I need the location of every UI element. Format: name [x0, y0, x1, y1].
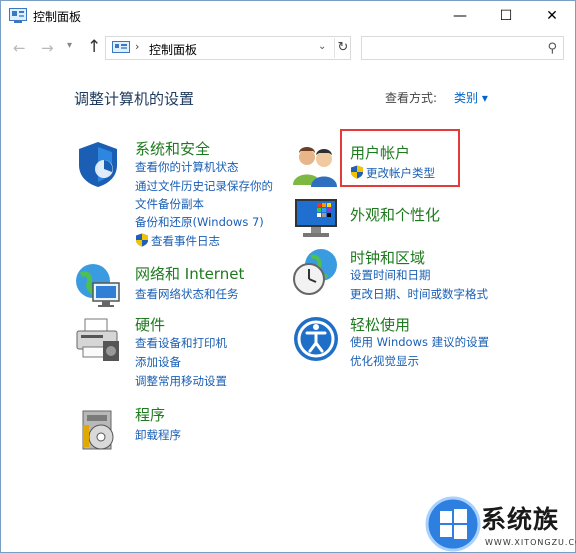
title-bar[interactable]: 控制面板 — ☐ ✕ [1, 1, 575, 31]
highlight-annotation-box [340, 129, 460, 187]
network-globe-icon[interactable] [73, 261, 123, 311]
security-shield-icon[interactable] [73, 139, 123, 189]
recent-locations-chevron-icon[interactable]: ▾ [67, 40, 72, 51]
breadcrumb-separator-icon[interactable]: › [135, 40, 139, 53]
link-add-device[interactable]: 添加设备 [135, 353, 181, 372]
navigation-bar: ← → ▾ ↑ › 控制面板 ⌄ ↻ ⚲ [1, 31, 575, 65]
view-by-label: 查看方式: [385, 91, 438, 105]
site-watermark: 系统族 WWW.XITONGZU.COM [421, 496, 576, 553]
link-use-windows-recommended-settings[interactable]: 使用 Windows 建议的设置 [350, 333, 489, 352]
uac-shield-icon [136, 233, 148, 247]
back-arrow-icon[interactable]: ← [13, 39, 26, 57]
control-panel-window: 控制面板 — ☐ ✕ ← → ▾ ↑ › 控制面板 ⌄ ↻ ⚲ 调整计算机的设置… [0, 0, 576, 553]
windows-logo-icon [425, 496, 481, 552]
category-title-system-security[interactable]: 系统和安全 [135, 138, 210, 159]
search-icon: ⚲ [547, 41, 557, 56]
watermark-url: WWW.XITONGZU.COM [485, 538, 576, 547]
page-heading: 调整计算机的设置 [74, 90, 195, 108]
category-title-ease-of-access[interactable]: 轻松使用 [350, 314, 410, 335]
link-view-event-logs[interactable]: 查看事件日志 [151, 234, 220, 248]
link-file-history-save[interactable]: 通过文件历史记录保存你的 [135, 177, 273, 196]
clock-globe-icon[interactable] [291, 247, 341, 297]
printer-icon[interactable] [73, 315, 123, 365]
address-dropdown-icon[interactable]: ⌄ [318, 41, 326, 52]
link-view-event-logs-row[interactable]: 查看事件日志 [135, 232, 220, 251]
control-panel-icon [9, 8, 27, 23]
link-file-backup-copy[interactable]: 文件备份副本 [135, 195, 204, 214]
link-change-date-time-number-formats[interactable]: 更改日期、时间或数字格式 [350, 285, 488, 304]
view-by-dropdown[interactable]: 类别 ▾ [454, 89, 488, 106]
link-adjust-mobility-settings[interactable]: 调整常用移动设置 [135, 372, 227, 391]
category-title-hardware[interactable]: 硬件 [135, 314, 165, 335]
maximize-button[interactable]: ☐ [483, 1, 529, 31]
link-optimize-visual-display[interactable]: 优化视觉显示 [350, 352, 419, 371]
search-input[interactable]: ⚲ [361, 36, 564, 60]
minimize-button[interactable]: — [437, 1, 483, 31]
close-button[interactable]: ✕ [529, 1, 575, 31]
link-view-network-status[interactable]: 查看网络状态和任务 [135, 285, 239, 304]
link-backup-restore[interactable]: 备份和还原(Windows 7) [135, 213, 264, 232]
link-view-computer-status[interactable]: 查看你的计算机状态 [135, 158, 239, 177]
link-uninstall-program[interactable]: 卸载程序 [135, 426, 181, 445]
programs-disc-icon[interactable] [77, 405, 127, 455]
breadcrumb-control-panel[interactable]: 控制面板 [149, 41, 197, 58]
category-title-clock-region[interactable]: 时钟和区域 [350, 247, 425, 268]
watermark-brand: 系统族 [481, 505, 560, 534]
refresh-icon[interactable]: ↻ [334, 38, 351, 58]
category-title-programs[interactable]: 程序 [135, 404, 165, 425]
user-accounts-icon[interactable] [291, 141, 341, 191]
category-title-appearance[interactable]: 外观和个性化 [350, 204, 440, 225]
window-title: 控制面板 [33, 10, 82, 24]
forward-arrow-icon[interactable]: → [41, 39, 54, 57]
ease-of-access-icon[interactable] [291, 314, 341, 364]
link-set-time-date[interactable]: 设置时间和日期 [350, 266, 431, 285]
up-arrow-icon[interactable]: ↑ [87, 37, 101, 57]
appearance-monitor-icon[interactable] [291, 193, 341, 243]
link-view-devices-printers[interactable]: 查看设备和打印机 [135, 334, 227, 353]
category-title-network-internet[interactable]: 网络和 Internet [135, 263, 244, 284]
address-bar[interactable]: › 控制面板 ⌄ ↻ [105, 36, 351, 60]
control-panel-small-icon [112, 41, 130, 53]
